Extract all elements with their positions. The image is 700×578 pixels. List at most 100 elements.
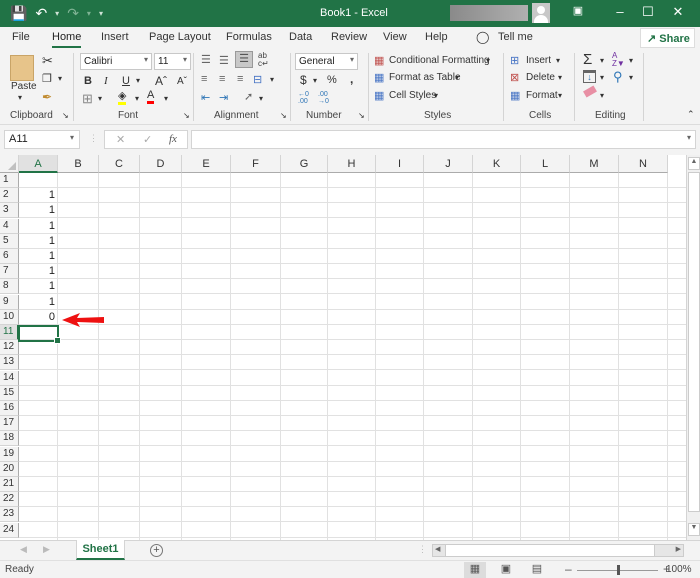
borders-icon[interactable]: ⊞: [82, 91, 93, 107]
row-header-11[interactable]: 11: [0, 325, 19, 340]
underline-dropdown-icon[interactable]: ▾: [136, 76, 140, 85]
fill-icon[interactable]: ↓: [583, 70, 596, 83]
tab-file[interactable]: File: [12, 31, 30, 43]
decrease-font-size-icon[interactable]: Aˇ: [177, 76, 187, 87]
autosum-icon[interactable]: Σ: [583, 51, 592, 68]
undo-dropdown-icon[interactable]: ▾: [55, 9, 59, 18]
percent-button[interactable]: %: [327, 74, 337, 86]
zoom-knob[interactable]: [616, 565, 620, 575]
font-color-icon[interactable]: A: [147, 89, 155, 104]
row-header-10[interactable]: 10: [0, 309, 19, 325]
cell-a8[interactable]: 1: [19, 279, 58, 294]
close-icon[interactable]: ✕: [668, 4, 688, 20]
bottom-align-icon[interactable]: ☰: [235, 51, 253, 68]
cell-a5[interactable]: 1: [19, 234, 58, 249]
cell-a10[interactable]: 0: [19, 310, 58, 325]
font-launcher-icon[interactable]: ↘: [183, 111, 190, 120]
ribbon-display-options-icon[interactable]: ▣: [568, 4, 588, 17]
row-header-17[interactable]: 17: [0, 416, 19, 432]
share-button[interactable]: ↗ Share: [640, 28, 695, 48]
font-name-combo[interactable]: Calibri ▾: [80, 53, 152, 70]
row-header-20[interactable]: 20: [0, 461, 19, 477]
chevron-down-icon[interactable]: ▾: [434, 91, 438, 100]
row-header-3[interactable]: 3: [0, 203, 19, 219]
font-color-dropdown-icon[interactable]: ▾: [164, 94, 168, 103]
new-sheet-icon[interactable]: +: [150, 544, 163, 557]
italic-button[interactable]: I: [104, 75, 108, 87]
scroll-up-icon[interactable]: ▲: [688, 157, 700, 170]
autosum-dropdown-icon[interactable]: ▾: [600, 56, 604, 65]
paste-button[interactable]: Paste: [11, 81, 37, 92]
row-header-9[interactable]: 9: [0, 294, 19, 310]
increase-font-size-icon[interactable]: Aˆ: [155, 74, 167, 88]
copy-dropdown-icon[interactable]: ▾: [58, 74, 62, 83]
horizontal-scrollbar[interactable]: ◀ ▶: [432, 544, 684, 557]
redo-icon[interactable]: ↷: [67, 5, 79, 21]
tab-view[interactable]: View: [383, 31, 407, 43]
sort-filter-dropdown-icon[interactable]: ▾: [629, 56, 633, 65]
column-header-k[interactable]: K: [473, 155, 521, 173]
column-header-a[interactable]: A: [19, 155, 58, 173]
insert-cells-button[interactable]: Insert: [526, 55, 551, 66]
find-select-dropdown-icon[interactable]: ▾: [629, 73, 633, 82]
column-header-g[interactable]: G: [281, 155, 328, 173]
cell-a7[interactable]: 1: [19, 264, 58, 279]
column-header-c[interactable]: C: [99, 155, 140, 173]
clipboard-launcher-icon[interactable]: ↘: [62, 111, 69, 120]
decrease-decimal-icon[interactable]: .00 →0: [318, 91, 329, 105]
merge-dropdown-icon[interactable]: ▾: [270, 75, 274, 84]
number-format-combo[interactable]: General ▾: [295, 53, 358, 70]
row-header-2[interactable]: 2: [0, 188, 19, 204]
orientation-dropdown-icon[interactable]: ▾: [259, 94, 263, 103]
normal-view-icon[interactable]: ▦: [464, 562, 486, 578]
column-header-n[interactable]: N: [619, 155, 668, 173]
selected-cell-a11[interactable]: [18, 325, 61, 344]
borders-dropdown-icon[interactable]: ▾: [98, 94, 102, 103]
cell-a9[interactable]: 1: [19, 295, 58, 310]
column-header-i[interactable]: I: [376, 155, 424, 173]
row-header-16[interactable]: 16: [0, 401, 19, 416]
cell-a2[interactable]: 1: [19, 188, 58, 203]
chevron-down-icon[interactable]: ▾: [556, 56, 560, 65]
decrease-indent-icon[interactable]: ⇤: [201, 91, 210, 104]
row-header-7[interactable]: 7: [0, 264, 19, 280]
account-name[interactable]: [450, 5, 528, 21]
chevron-down-icon[interactable]: ▾: [558, 91, 562, 100]
cut-icon[interactable]: ✂: [42, 53, 53, 69]
cell-a3[interactable]: 1: [19, 203, 58, 218]
row-header-8[interactable]: 8: [0, 279, 19, 295]
enter-icon[interactable]: ✓: [143, 133, 152, 146]
paste-dropdown-icon[interactable]: ▾: [18, 93, 22, 102]
column-header-l[interactable]: L: [521, 155, 570, 173]
column-header-m[interactable]: M: [570, 155, 619, 173]
select-all-button[interactable]: [0, 155, 19, 173]
save-icon[interactable]: 💾: [10, 5, 27, 21]
clear-dropdown-icon[interactable]: ▾: [600, 91, 604, 100]
minimize-icon[interactable]: –: [610, 4, 630, 19]
collapse-ribbon-icon[interactable]: ⌃: [687, 109, 695, 120]
zoom-percentage[interactable]: 100%: [666, 564, 692, 575]
cell-a4[interactable]: 1: [19, 219, 58, 234]
underline-button[interactable]: U: [122, 75, 130, 87]
format-as-table-button[interactable]: Format as Table: [389, 72, 461, 83]
column-header-b[interactable]: B: [58, 155, 99, 173]
increase-indent-icon[interactable]: ⇥: [219, 91, 228, 104]
scroll-right-icon[interactable]: ▶: [676, 545, 681, 553]
row-header-12[interactable]: 12: [0, 340, 19, 356]
wrap-text-icon[interactable]: ab c↵: [258, 52, 269, 68]
alignment-launcher-icon[interactable]: ↘: [280, 111, 287, 120]
column-header-h[interactable]: H: [328, 155, 376, 173]
chevron-down-icon[interactable]: ▾: [486, 56, 490, 65]
align-left-icon[interactable]: ≡: [201, 73, 207, 85]
formula-bar-grip-icon[interactable]: ⋮: [89, 133, 98, 144]
scroll-down-icon[interactable]: ▼: [688, 523, 700, 536]
redo-dropdown-icon[interactable]: ▾: [87, 9, 91, 18]
copy-icon[interactable]: ❐: [42, 72, 52, 85]
number-launcher-icon[interactable]: ↘: [358, 111, 365, 120]
find-select-icon[interactable]: ⚲: [613, 69, 623, 85]
name-box[interactable]: A11 ▾: [4, 130, 80, 149]
orientation-icon[interactable]: ➚: [244, 90, 253, 103]
font-size-combo[interactable]: 11 ▾: [154, 53, 191, 70]
tab-formulas[interactable]: Formulas: [226, 31, 272, 43]
sheet-scroll-right-icon[interactable]: ▶: [43, 544, 50, 555]
